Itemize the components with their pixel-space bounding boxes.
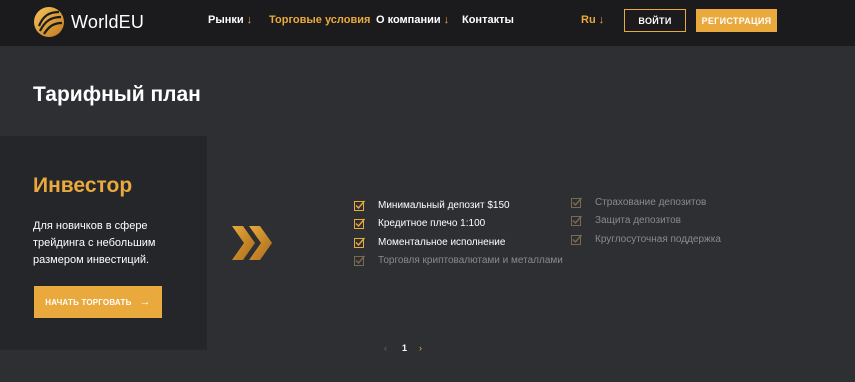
feature-item-disabled: Круглосуточная поддержка — [571, 234, 721, 245]
start-trading-button[interactable]: НАЧАТЬ ТОРГОВАТЬ → — [34, 286, 162, 318]
nav-item-label: О компании — [376, 14, 441, 26]
nav-item-markets[interactable]: Рынки ↓ — [208, 14, 252, 26]
checkbox-checked-icon — [571, 197, 582, 208]
feature-label: Кредитное плечо 1:100 — [378, 218, 486, 229]
feature-item: Минимальный депозит $150 — [354, 200, 510, 211]
feature-item: Кредитное плечо 1:100 — [354, 218, 485, 229]
arrow-right-icon: → — [139, 296, 151, 308]
double-chevron-right-icon — [232, 226, 272, 260]
login-button[interactable]: ВОЙТИ — [624, 9, 686, 32]
pagination-next-icon[interactable]: › — [419, 343, 422, 353]
nav-item-label: Торговые условия — [269, 14, 371, 26]
language-label: Ru — [581, 14, 596, 26]
arrow-down-icon: ↓ — [598, 14, 605, 26]
feature-label: Круглосуточная поддержка — [595, 234, 721, 245]
feature-item-disabled: Торговля криптовалютами и металлами — [354, 255, 563, 266]
nav-item-about[interactable]: О компании ↓ — [376, 14, 449, 26]
checkbox-checked-icon — [571, 215, 582, 226]
nav-item-trading-conditions[interactable]: Торговые условия — [269, 14, 370, 26]
plan-card: Инвестор Для новичков в сфере трейдинга … — [0, 136, 207, 350]
checkbox-checked-icon — [354, 200, 365, 211]
checkbox-checked-icon — [571, 234, 582, 245]
feature-label: Моментальное исполнение — [378, 237, 506, 248]
checkbox-checked-icon — [354, 218, 365, 229]
nav-item-label: Рынки — [208, 14, 244, 26]
feature-label: Защита депозитов — [595, 215, 681, 226]
checkbox-checked-icon — [354, 237, 365, 248]
language-selector[interactable]: Ru ↓ — [581, 14, 604, 26]
feature-label: Страхование депозитов — [595, 197, 707, 208]
register-button[interactable]: РЕГИСТРАЦИЯ — [696, 9, 777, 32]
pagination-prev-icon[interactable]: ‹ — [384, 343, 387, 353]
feature-item: Моментальное исполнение — [354, 237, 505, 248]
page-title: Тарифный план — [33, 83, 201, 106]
pagination-page-1[interactable]: 1 — [402, 343, 407, 353]
arrow-down-icon: ↓ — [246, 14, 253, 26]
plan-name: Инвестор — [33, 174, 133, 197]
plan-description: Для новичков в сфере трейдинга с небольш… — [33, 220, 156, 266]
feature-label: Торговля криптовалютами и металлами — [378, 255, 563, 266]
top-header: WorldEU Рынки ↓ Торговые условия О компан… — [0, 0, 855, 46]
checkbox-checked-icon — [354, 255, 365, 266]
feature-item-disabled: Страхование депозитов — [571, 197, 706, 208]
nav-item-contacts[interactable]: Контакты — [462, 14, 514, 26]
nav-item-label: Контакты — [462, 14, 514, 26]
feature-item-disabled: Защита депозитов — [571, 215, 681, 226]
feature-label: Минимальный депозит $150 — [378, 200, 510, 211]
arrow-down-icon: ↓ — [443, 14, 450, 26]
start-trading-label: НАЧАТЬ ТОРГОВАТЬ — [45, 297, 132, 307]
